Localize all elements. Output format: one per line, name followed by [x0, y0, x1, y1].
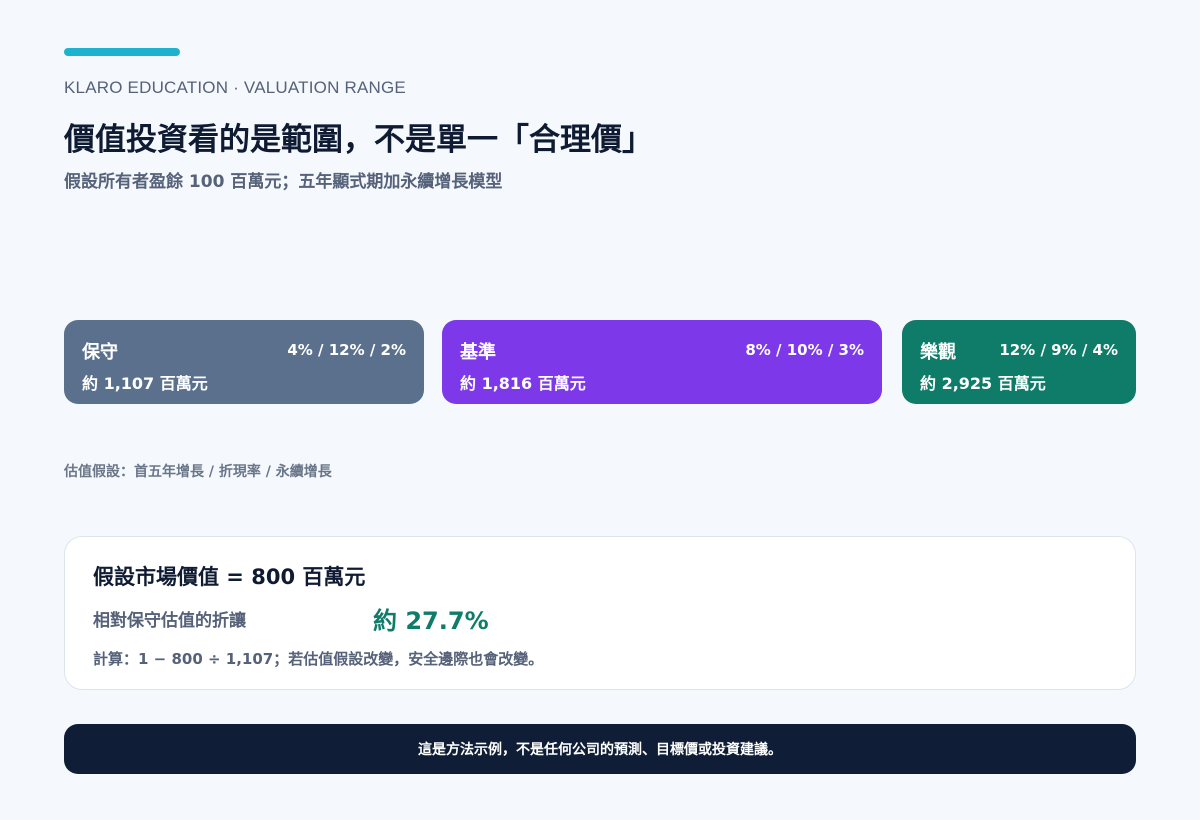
scenario-value: 約 1,816 百萬元 [460, 374, 586, 393]
scenario-params: 12% / 9% / 4% [999, 341, 1118, 359]
assumption-note: 估值假設：首五年增長 / 折現率 / 永續增長 [64, 464, 332, 480]
scenario-value: 約 1,107 百萬元 [82, 374, 208, 393]
eyebrow-label: KLARO EDUCATION · VALUATION RANGE [64, 78, 406, 97]
scenario-params: 4% / 12% / 2% [287, 341, 406, 359]
market-value-headline: 假設市場價值 = 800 百萬元 [93, 565, 366, 589]
page-title: 價值投資看的是範圍，不是單一「合理價」 [64, 122, 653, 158]
disclaimer-text: 這是方法示例，不是任何公司的預測、目標價或投資建議。 [418, 742, 782, 758]
scenario-params: 8% / 10% / 3% [745, 341, 864, 359]
page-subtitle: 假設所有者盈餘 100 百萬元；五年顯式期加永續增長模型 [64, 172, 503, 192]
scenario-name: 樂觀 [920, 342, 956, 363]
scenario-card-base: 基準 8% / 10% / 3% 約 1,816 百萬元 [442, 320, 882, 404]
scenario-card-optimistic: 樂觀 12% / 9% / 4% 約 2,925 百萬元 [902, 320, 1136, 404]
scenario-value: 約 2,925 百萬元 [920, 374, 1046, 393]
discount-value: 約 27.7% [373, 607, 489, 635]
discount-label: 相對保守估值的折讓 [93, 611, 246, 631]
disclaimer-banner: 這是方法示例，不是任何公司的預測、目標價或投資建議。 [64, 724, 1136, 774]
scenario-card-conservative: 保守 4% / 12% / 2% 約 1,107 百萬元 [64, 320, 424, 404]
scenario-name: 基準 [460, 342, 496, 363]
scenario-name: 保守 [82, 342, 118, 363]
accent-bar [64, 48, 180, 56]
market-value-card: 假設市場價值 = 800 百萬元 相對保守估值的折讓 約 27.7% 計算：1 … [64, 536, 1136, 690]
calculation-note: 計算：1 − 800 ÷ 1,107；若估值假設改變，安全邊際也會改變。 [93, 650, 544, 668]
